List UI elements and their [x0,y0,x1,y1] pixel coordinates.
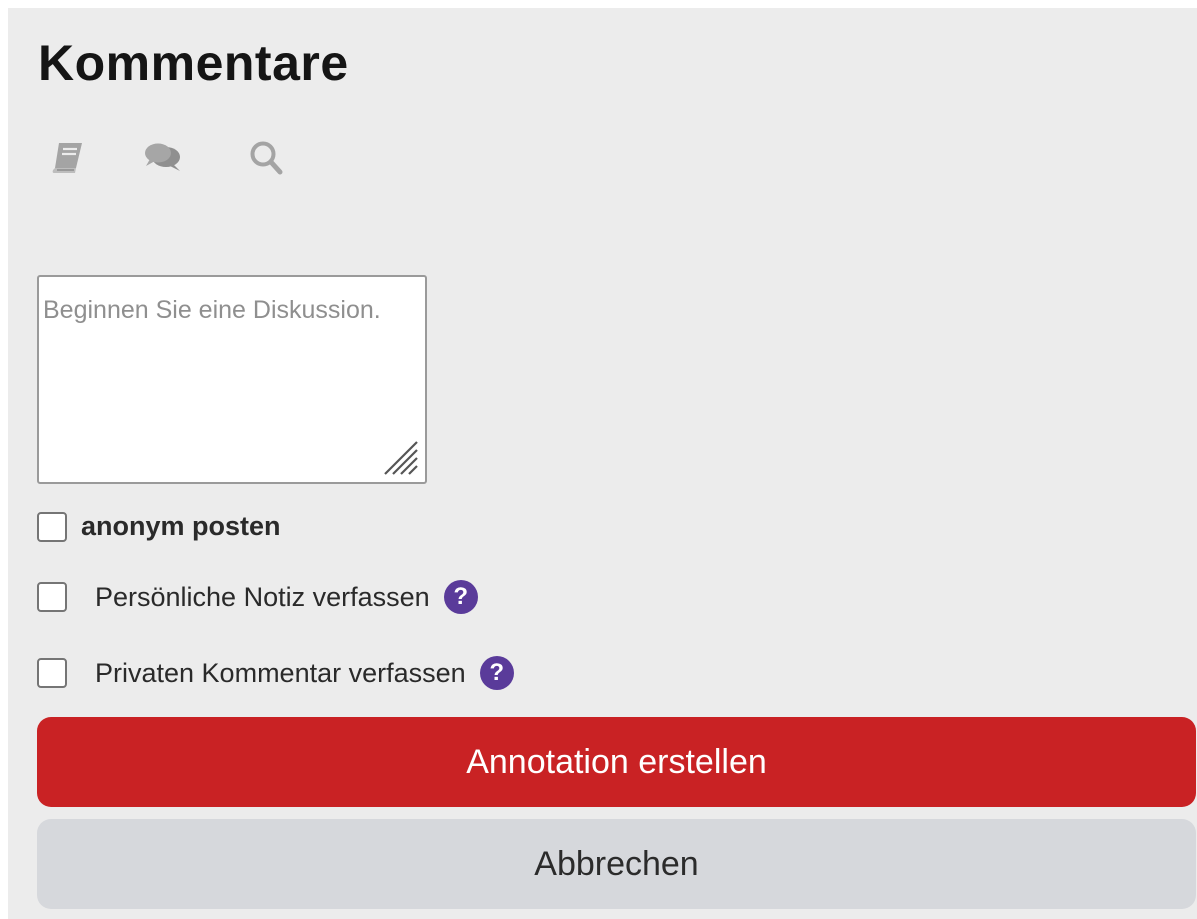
search-icon[interactable] [244,136,288,180]
comments-icon[interactable] [142,136,186,180]
private-comment-label: Privaten Kommentar verfassen [95,657,466,688]
private-comment-checkbox[interactable] [37,658,67,688]
help-icon[interactable]: ? [443,580,478,614]
create-annotation-button[interactable]: Annotation erstellen [37,717,1196,807]
anonymous-option[interactable]: anonym posten [37,511,281,542]
help-icon[interactable]: ? [479,656,514,690]
private-comment-option[interactable]: Privaten Kommentar verfassen ? [37,656,514,690]
anonymous-label: anonym posten [81,511,281,541]
comments-panel: Kommentare Beginnen Sie eine Diskussion.… [8,8,1197,919]
anonymous-checkbox[interactable] [37,511,67,542]
comment-textarea-wrapper [37,275,427,484]
personal-note-checkbox[interactable] [37,582,67,612]
comment-textarea[interactable] [39,277,425,482]
resize-handle-icon[interactable] [377,434,421,478]
personal-note-option[interactable]: Persönliche Notiz verfassen ? [37,580,478,614]
book-icon[interactable] [46,136,90,180]
cancel-button[interactable]: Abbrechen [37,819,1196,909]
personal-note-label: Persönliche Notiz verfassen [95,581,430,612]
page-title: Kommentare [38,35,349,91]
